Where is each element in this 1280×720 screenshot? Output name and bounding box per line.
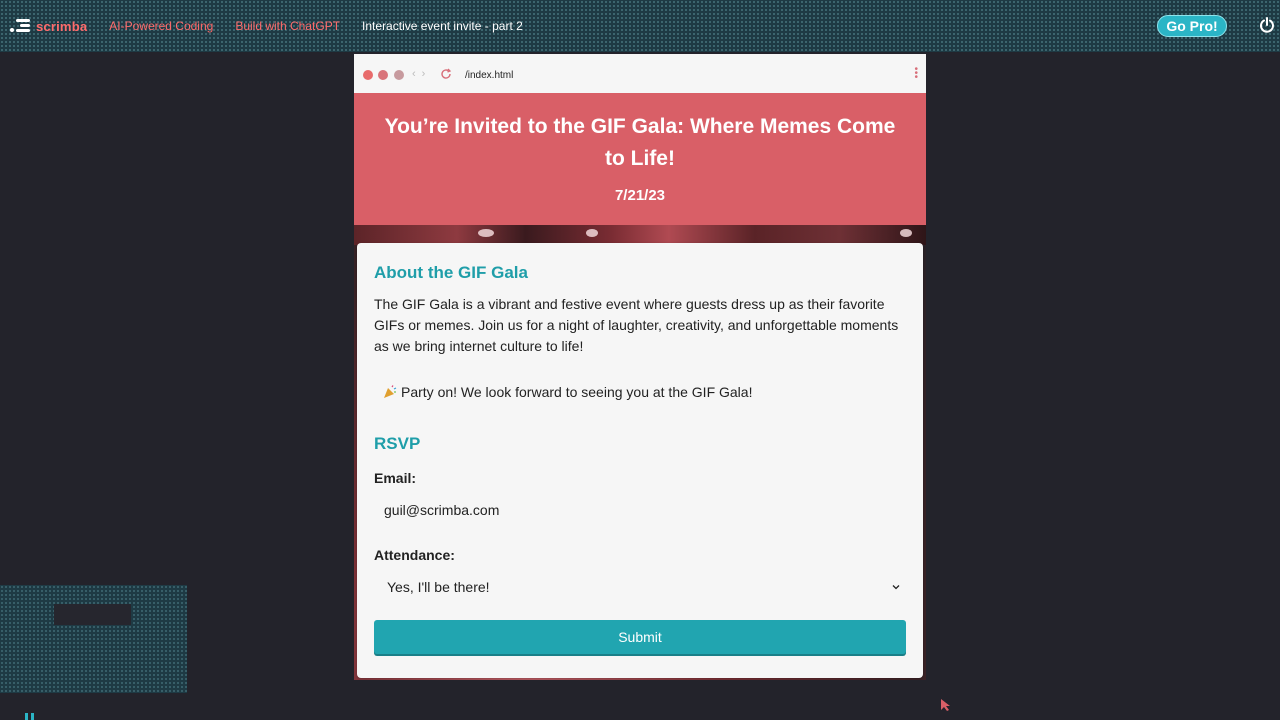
power-icon[interactable] [1259,17,1275,33]
breadcrumb-build-with-chatgpt[interactable]: Build with ChatGPT [235,19,340,33]
breadcrumb-ai-powered-coding[interactable]: AI-Powered Coding [109,19,213,33]
rsvp-heading: RSVP [374,434,421,453]
attendance-selected-value: Yes, I'll be there! [387,579,490,595]
attendance-select[interactable]: Yes, I'll be there! [374,572,905,602]
reload-icon[interactable] [440,68,452,80]
instructor-video-thumbnail[interactable] [0,585,187,693]
email-field[interactable] [374,495,905,525]
pause-icon[interactable] [25,713,37,720]
email-label: Email: [374,470,417,486]
nav-arrows-icon[interactable]: ‹› [412,68,431,80]
url-bar[interactable]: /index.html [465,70,513,81]
chevron-down-icon [892,585,900,590]
browser-preview-window: ‹› /index.html • • • You’re Invited to the… [354,54,926,680]
brand-name: scrimba [36,18,88,34]
thumbnail-placeholder [54,604,131,625]
minimize-dot[interactable] [378,70,388,80]
go-pro-button[interactable]: Go Pro! [1157,15,1227,37]
menu-dots-icon[interactable]: • • • [914,65,918,83]
browser-toolbar: ‹› /index.html • • • [354,54,926,93]
attendance-label: Attendance: [374,547,455,563]
event-date: 7/21/23 [614,187,666,204]
about-heading: About the GIF Gala [374,263,528,282]
close-dot[interactable] [363,70,373,80]
scrimba-logo[interactable]: scrimba [8,19,87,34]
current-lesson-title: Interactive event invite - part 2 [362,19,523,33]
top-nav-bar: scrimba AI-Powered Coding Build with Cha… [0,0,1280,52]
party-popper-icon [384,385,397,398]
maximize-dot[interactable] [394,70,404,80]
party-text: Party on! We look forward to seeing you … [401,384,753,400]
header-background-image [354,225,926,245]
about-text: The GIF Gala is a vibrant and festive ev… [374,296,899,354]
event-header: You’re Invited to the GIF Gala: Where Me… [354,93,926,225]
content-card: About the GIF Gala The GIF Gala is a vib… [357,243,923,678]
submit-button[interactable]: Submit [374,620,906,654]
party-message: Party on! We look forward to seeing you … [374,384,905,400]
scrimba-logo-icon [8,19,30,33]
mouse-cursor-icon [941,699,950,711]
event-title: You’re Invited to the GIF Gala: Where Me… [384,115,896,170]
